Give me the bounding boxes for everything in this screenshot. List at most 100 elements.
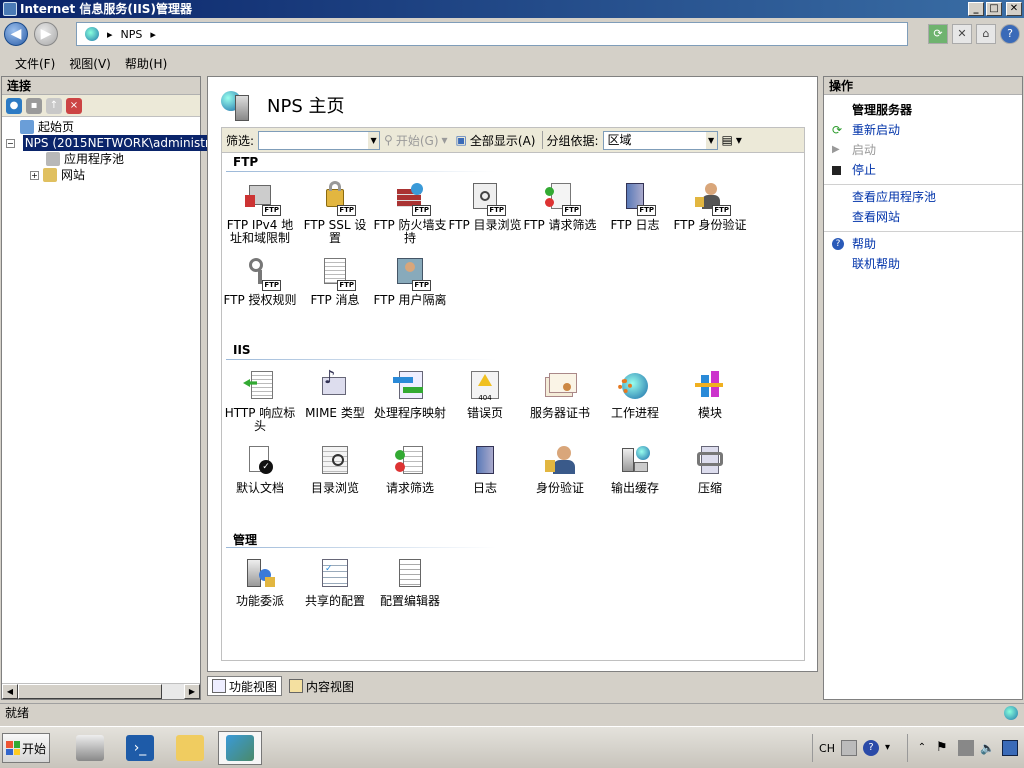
filter-input[interactable]: ▼ (258, 130, 381, 150)
feature-configuration-editor[interactable]: 配置编辑器 (373, 557, 447, 608)
breadcrumb-sep-icon[interactable]: ▸ (107, 28, 113, 41)
expand-icon[interactable]: + (30, 170, 39, 180)
stop-icon[interactable]: ✕ (952, 24, 972, 44)
dropdown-arrow-icon[interactable]: ▼ (368, 131, 380, 149)
scroll-thumb[interactable] (18, 684, 162, 699)
tree-item-app-pools[interactable]: 应用程序池 (6, 151, 200, 167)
taskbar-explorer[interactable] (168, 731, 212, 765)
up-folder-icon[interactable]: ↑ (46, 97, 62, 114)
feature-ftp-directory-browsing[interactable]: FTP FTP 目录浏览 (448, 181, 522, 232)
close-button[interactable]: ✕ (1006, 2, 1022, 16)
config-editor-icon (393, 557, 427, 591)
collapse-icon[interactable]: − (6, 138, 15, 148)
view-app-pools-action[interactable]: 查看应用程序池 (824, 187, 1022, 207)
show-desktop-icon[interactable] (1002, 740, 1018, 756)
home-icon[interactable]: ⌂ (976, 24, 996, 44)
feature-error-pages[interactable]: 404 错误页 (448, 369, 522, 420)
section-header-iis: IIS (233, 343, 251, 357)
feature-request-filtering[interactable]: 请求筛选 (373, 444, 447, 495)
connect-globe-icon[interactable]: ● (6, 97, 22, 114)
language-indicator[interactable]: CH (819, 742, 835, 755)
online-help-action[interactable]: 联机帮助 (824, 254, 1022, 274)
taskbar-powershell[interactable]: ›_ (118, 731, 162, 765)
help-icon[interactable]: ? (1000, 24, 1020, 44)
feature-ftp-authorization-rules[interactable]: FTP FTP 授权规则 (223, 256, 297, 307)
taskbar-server-manager[interactable] (68, 731, 112, 765)
scroll-left-icon[interactable]: ◀ (2, 684, 18, 699)
ftp-ip-restrict-icon: FTP (243, 181, 281, 216)
feature-ftp-firewall[interactable]: FTP FTP 防火墙支持 (373, 181, 447, 245)
taskbar: 开始 ›_ CH ? ▾ ⌃ ⚑ 🔈 (0, 726, 1024, 768)
feature-compression[interactable]: 压缩 (673, 444, 747, 495)
scroll-right-icon[interactable]: ▶ (184, 684, 200, 699)
dropdown-arrow-icon[interactable]: ▼ (705, 131, 717, 149)
refresh-icon[interactable]: ⟳ (928, 24, 948, 44)
feature-authentication[interactable]: 身份验证 (523, 444, 597, 495)
forward-button[interactable]: ▶ (34, 22, 58, 46)
breadcrumb-sep-icon[interactable]: ▸ (150, 28, 156, 41)
view-mode-button[interactable]: ▤ ▾ (718, 133, 746, 147)
restart-action[interactable]: ⟳ 重新启动 (824, 120, 1022, 140)
shared-config-icon: ✓ (318, 557, 352, 591)
group-by-select[interactable]: 区域 ▼ (602, 130, 718, 150)
go-button[interactable]: ⚲ 开始(G) ▾ (380, 132, 452, 149)
view-sites-action[interactable]: 查看网站 (824, 207, 1022, 227)
stop-action[interactable]: 停止 (824, 160, 1022, 180)
feature-handler-mappings[interactable]: 处理程序映射 (373, 369, 447, 420)
tab-content-view[interactable]: 内容视图 (284, 676, 359, 696)
actions-group-view: 查看应用程序池 查看网站 (824, 185, 1022, 232)
tab-features-view[interactable]: 功能视图 (207, 676, 283, 696)
save-icon[interactable]: ▪ (26, 97, 42, 114)
start-button[interactable]: 开始 (2, 733, 50, 763)
feature-server-certificates[interactable]: 服务器证书 (523, 369, 597, 420)
main-panel: NPS 主页 筛选: ▼ ⚲ 开始(G) ▾ ▣ 全部显示(A) 分组依据: 区… (207, 76, 818, 672)
feature-modules[interactable]: 模块 (673, 369, 747, 420)
tree-item-label: NPS (2015NETWORK\administr (22, 135, 212, 151)
feature-ftp-user-isolation[interactable]: FTP FTP 用户隔离 (373, 256, 447, 307)
feature-delegation[interactable]: 功能委派 (223, 557, 297, 608)
help-action[interactable]: ? 帮助 (824, 234, 1022, 254)
tree-item-server[interactable]: − NPS (2015NETWORK\administr (6, 135, 212, 151)
feature-ftp-request-filtering[interactable]: FTP FTP 请求筛选 (523, 181, 597, 232)
feature-mime-types[interactable]: ♪ MIME 类型 (298, 369, 372, 420)
breadcrumb-item-nps[interactable]: NPS (121, 28, 143, 41)
group-by-label: 分组依据: (546, 133, 599, 148)
taskbar-iis-manager[interactable] (218, 731, 262, 765)
explorer-icon (176, 735, 204, 761)
disconnect-icon[interactable]: × (66, 97, 82, 114)
back-button[interactable]: ◀ (4, 22, 28, 46)
feature-ftp-messages[interactable]: FTP FTP 消息 (298, 256, 372, 307)
show-hidden-icons-icon[interactable]: ⌃ (914, 740, 930, 756)
feature-worker-processes[interactable]: 工作进程 (598, 369, 672, 420)
feature-ftp-ssl[interactable]: FTP FTP SSL 设置 (298, 181, 372, 245)
feature-ftp-logging[interactable]: FTP FTP 日志 (598, 181, 672, 232)
keyboard-icon[interactable] (841, 740, 857, 756)
volume-muted-icon[interactable]: 🔈 (980, 740, 996, 756)
feature-ftp-authentication[interactable]: FTP FTP 身份验证 (673, 181, 747, 232)
tree-item-sites[interactable]: + 网站 (6, 167, 200, 183)
menu-view[interactable]: 视图(V) (62, 52, 118, 74)
show-all-button[interactable]: ▣ 全部显示(A) (452, 132, 540, 149)
action-center-flag-icon[interactable]: ⚑ (936, 740, 952, 756)
menu-file[interactable]: 文件(F) (8, 52, 62, 74)
tree-item-start-page[interactable]: 起始页 (6, 119, 200, 135)
help-icon[interactable]: ? (863, 740, 879, 756)
network-icon[interactable] (958, 740, 974, 756)
feature-ftp-ip-restrictions[interactable]: FTP FTP IPv4 地址和域限制 (223, 181, 297, 245)
breadcrumb[interactable]: ▸ NPS ▸ (76, 22, 908, 46)
maximize-button[interactable]: □ (986, 2, 1002, 16)
start-action[interactable]: ▶ 启动 (824, 140, 1022, 160)
minimize-button[interactable]: _ (968, 2, 984, 16)
feature-output-caching[interactable]: 输出缓存 (598, 444, 672, 495)
menu-help[interactable]: 帮助(H) (118, 52, 174, 74)
feature-http-response-headers[interactable]: HTTP 响应标头 (223, 369, 297, 433)
ime-options-icon[interactable]: ▾ (885, 740, 901, 756)
feature-shared-configuration[interactable]: ✓ 共享的配置 (298, 557, 372, 608)
horizontal-scrollbar[interactable]: ◀ ▶ (2, 683, 200, 699)
start-icon: ▶ (832, 144, 840, 155)
feature-directory-browsing[interactable]: 目录浏览 (298, 444, 372, 495)
feature-logging[interactable]: 日志 (448, 444, 522, 495)
powershell-icon: ›_ (126, 735, 154, 761)
actions-group-title: 管理服务器 (852, 103, 913, 117)
feature-default-document[interactable]: ✓ 默认文档 (223, 444, 297, 495)
